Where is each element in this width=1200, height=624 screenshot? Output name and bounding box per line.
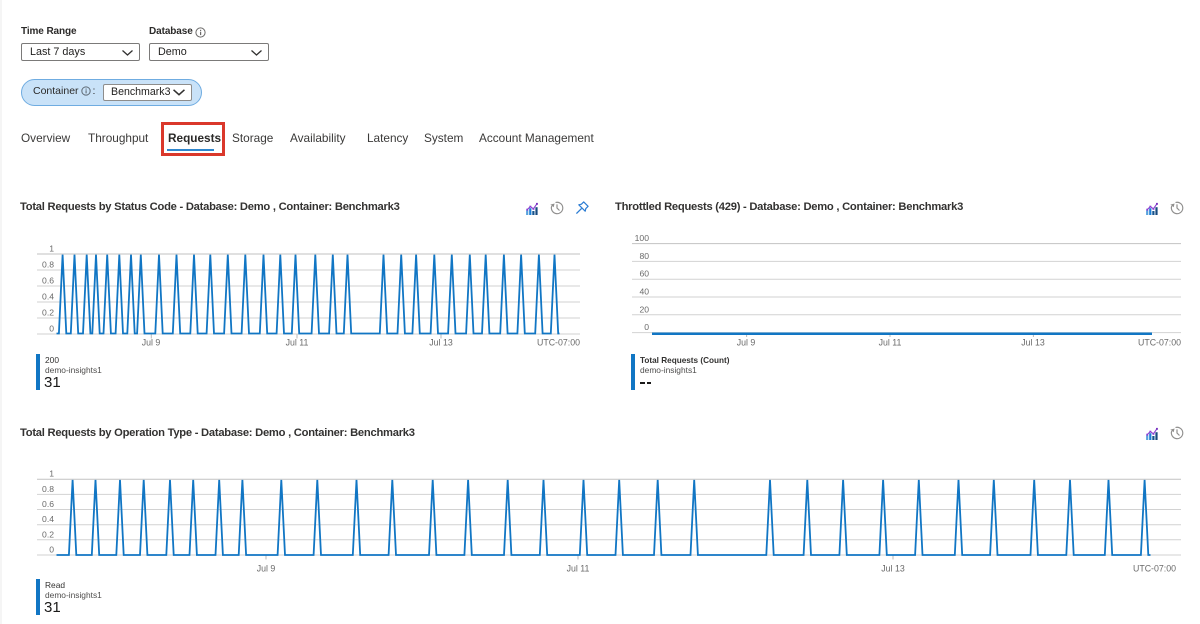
svg-text:100: 100	[635, 233, 650, 243]
svg-text:Jul 13: Jul 13	[881, 564, 905, 574]
svg-text:0: 0	[49, 324, 54, 334]
svg-text:UTC-07:00: UTC-07:00	[537, 338, 580, 348]
svg-text:40: 40	[639, 287, 649, 297]
svg-text:1: 1	[49, 244, 54, 254]
svg-text:0.6: 0.6	[42, 276, 54, 286]
svg-text:Jul 11: Jul 11	[567, 564, 590, 574]
svg-text:0.4: 0.4	[42, 292, 54, 302]
svg-text:0.4: 0.4	[42, 514, 54, 524]
svg-text:20: 20	[639, 304, 649, 314]
svg-text:Jul 11: Jul 11	[286, 338, 309, 348]
svg-text:Jul 13: Jul 13	[429, 338, 453, 348]
svg-text:60: 60	[639, 269, 649, 279]
svg-text:0.2: 0.2	[42, 308, 54, 318]
svg-text:1: 1	[49, 469, 54, 479]
svg-text:80: 80	[639, 251, 649, 261]
svg-text:0: 0	[644, 322, 649, 332]
svg-text:0.6: 0.6	[42, 499, 54, 509]
svg-text:UTC-07:00: UTC-07:00	[1133, 564, 1176, 574]
svg-text:Jul 9: Jul 9	[737, 338, 756, 348]
svg-text:Jul 9: Jul 9	[257, 564, 276, 574]
svg-text:0.2: 0.2	[42, 529, 54, 539]
svg-text:Jul 13: Jul 13	[1021, 338, 1045, 348]
svg-text:Jul 11: Jul 11	[879, 338, 902, 348]
svg-text:0.8: 0.8	[42, 260, 54, 270]
svg-text:UTC-07:00: UTC-07:00	[1138, 338, 1181, 348]
svg-text:Jul 9: Jul 9	[142, 338, 161, 348]
svg-text:0: 0	[49, 545, 54, 555]
svg-text:0.8: 0.8	[42, 484, 54, 494]
